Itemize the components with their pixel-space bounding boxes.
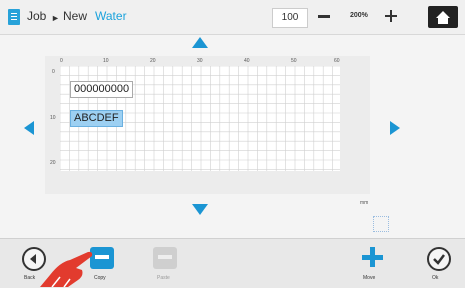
breadcrumb-water: Water — [95, 9, 127, 23]
paste-button[interactable] — [153, 247, 177, 269]
zoom-value-field[interactable]: 100 — [272, 8, 308, 28]
home-icon — [436, 11, 450, 24]
ruler-tick: 30 — [197, 58, 203, 64]
text-object-selected[interactable]: ABCDEF — [70, 110, 123, 127]
ruler-tick: 20 — [50, 160, 56, 166]
zoom-label: 200% — [350, 12, 368, 19]
minus-icon[interactable] — [318, 15, 330, 18]
ruler-tick: 40 — [244, 58, 250, 64]
plus-icon[interactable] — [383, 8, 399, 24]
ruler-tick: 10 — [50, 115, 56, 121]
back-label: Back — [24, 275, 36, 281]
document-icon — [8, 9, 20, 25]
checkmark-icon — [433, 254, 445, 265]
hand-pointer-icon — [40, 251, 93, 287]
ruler-tick: 50 — [291, 58, 297, 64]
grid-toggle-icon[interactable] — [373, 216, 389, 232]
ruler-tick: 0 — [52, 69, 55, 75]
move-right-arrow-icon[interactable] — [390, 121, 400, 135]
ruler-tick: 20 — [150, 58, 156, 64]
move-label: Move — [363, 275, 376, 281]
unit-label: mm — [360, 200, 369, 206]
ruler-tick: 60 — [334, 58, 340, 64]
text-object[interactable]: 000000000 — [70, 81, 134, 98]
ruler-tick: 0 — [60, 58, 63, 64]
paste-label: Paste — [157, 275, 170, 281]
breadcrumb-separator: ► — [51, 13, 60, 23]
move-up-arrow-icon[interactable] — [192, 37, 208, 48]
breadcrumb-job[interactable]: Job — [27, 9, 46, 23]
ruler-tick: 10 — [103, 58, 109, 64]
move-down-arrow-icon[interactable] — [192, 204, 208, 215]
breadcrumb-new[interactable]: New — [63, 9, 87, 23]
move-left-arrow-icon[interactable] — [24, 121, 34, 135]
home-button[interactable] — [428, 6, 458, 28]
ok-button[interactable] — [427, 247, 451, 271]
ok-label: Ok — [432, 275, 439, 281]
move-button[interactable] — [360, 245, 384, 269]
